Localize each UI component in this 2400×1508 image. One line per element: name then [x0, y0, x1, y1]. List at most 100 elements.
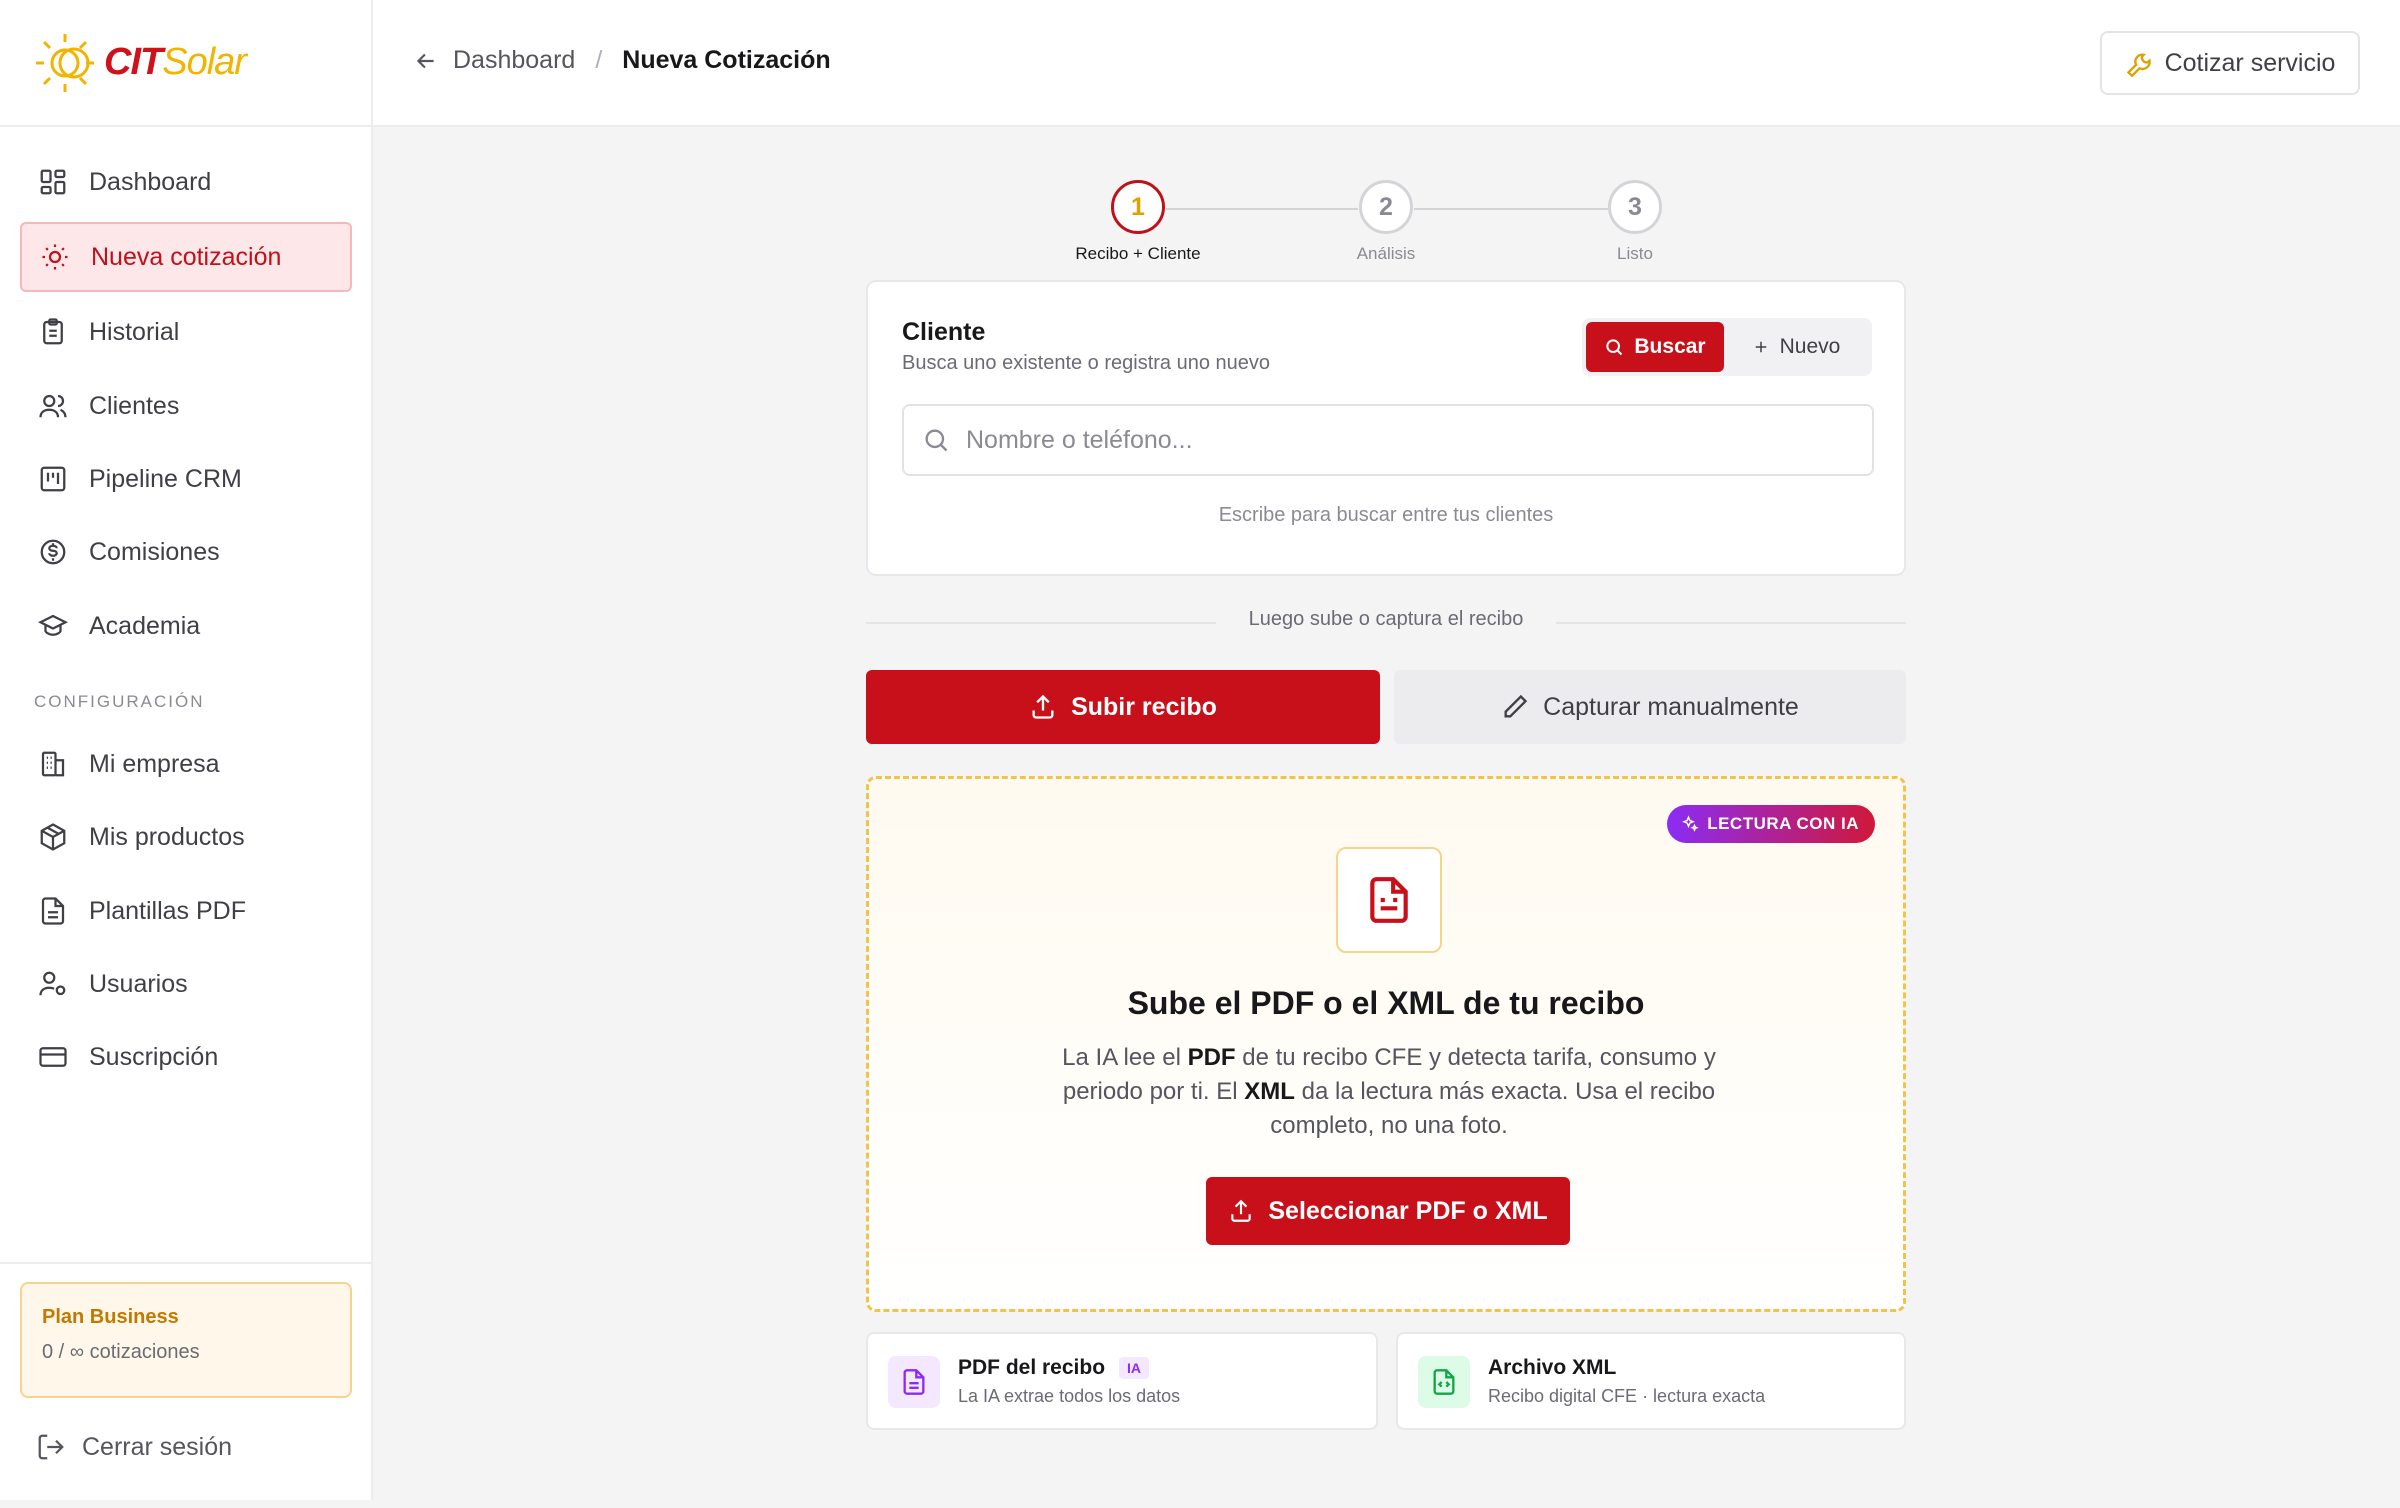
client-mode-toggle: Buscar Nuevo	[1582, 318, 1872, 376]
sidebar-item-label: Historial	[89, 317, 180, 346]
desc-pdf: PDF	[1187, 1044, 1236, 1071]
pencil-icon	[1504, 694, 1528, 718]
sidebar-item-usuarios[interactable]: Usuarios	[20, 949, 352, 1019]
xml-icon-box	[1418, 1356, 1470, 1408]
info-card-xml: Archivo XML Recibo digital CFE · lectura…	[1396, 1332, 1906, 1430]
sidebar-item-label: Nueva cotización	[91, 242, 282, 271]
step-number: 1	[1111, 180, 1165, 234]
sidebar-item-label: Academia	[89, 611, 201, 640]
building-icon	[41, 751, 65, 777]
file-text-icon	[41, 897, 65, 925]
sidebar-item-label: Usuarios	[89, 969, 188, 998]
cotizar-servicio-button[interactable]: Cotizar servicio	[2100, 31, 2360, 95]
tab-capturar-manualmente-label: Capturar manualmente	[1543, 692, 1799, 721]
sidebar-item-mi-empresa[interactable]: Mi empresa	[20, 729, 352, 799]
logout-button[interactable]: Cerrar sesión	[36, 1432, 232, 1462]
upload-icon	[1032, 694, 1054, 719]
ia-reading-badge: LECTURA CON IA	[1667, 805, 1875, 843]
client-title: Cliente	[902, 318, 986, 346]
sidebar-item-label: Mis productos	[89, 822, 245, 851]
step-number: 3	[1608, 180, 1662, 234]
sidebar-item-suscripcion[interactable]: Suscripción	[20, 1022, 352, 1092]
arrow-left-icon[interactable]	[413, 48, 439, 74]
pdf-file-icon	[903, 1369, 925, 1395]
sparkles-icon	[1682, 815, 1699, 832]
sidebar-divider	[0, 1262, 373, 1264]
search-icon	[925, 429, 948, 452]
sidebar-item-label: Pipeline CRM	[89, 464, 242, 493]
client-search-hint: Escribe para buscar entre tus clientes	[1218, 504, 1554, 526]
clipboard-icon	[43, 318, 63, 345]
step-label: Listo	[1617, 244, 1653, 263]
document-icon	[1370, 877, 1408, 923]
buscar-label: Buscar	[1634, 335, 1706, 358]
dashboard-grid-icon	[40, 169, 66, 195]
dropzone-description: La IA lee el PDF de tu recibo CFE y dete…	[1059, 1041, 1719, 1143]
step-label: Recibo + Cliente	[1075, 244, 1201, 263]
dollar-circle-icon	[40, 539, 66, 565]
step-number: 2	[1359, 180, 1413, 234]
sidebar-item-academia[interactable]: Academia	[20, 591, 352, 661]
client-subtitle: Busca uno existente o registra uno nuevo	[902, 352, 1271, 374]
select-file-button[interactable]: Seleccionar PDF o XML	[1206, 1177, 1570, 1245]
kanban-icon	[40, 466, 66, 492]
xml-file-icon	[1433, 1369, 1455, 1395]
client-search-input[interactable]	[966, 425, 1846, 455]
info-card-pdf: PDF del recibo IA La IA extrae todos los …	[866, 1332, 1378, 1430]
nuevo-button[interactable]: Nuevo	[1724, 322, 1868, 372]
sidebar-item-dashboard[interactable]: Dashboard	[20, 147, 352, 217]
step-recibo-cliente[interactable]: 1 Recibo + Cliente	[1038, 180, 1238, 264]
desc-part: da la lectura más exacta. Usa el recibo …	[1270, 1078, 1716, 1139]
sidebar-item-pipeline-crm[interactable]: Pipeline CRM	[20, 444, 352, 514]
sidebar-item-label: Plantillas PDF	[89, 896, 246, 925]
breadcrumb-separator: /	[595, 46, 603, 74]
section-divider-text: Luego sube o captura el recibo	[1216, 608, 1556, 631]
upload-dropzone[interactable]: LECTURA CON IA Sube el PDF o el XML de t…	[866, 776, 1906, 1312]
package-icon	[40, 823, 66, 851]
nuevo-label: Nuevo	[1779, 335, 1841, 358]
ia-badge-label: LECTURA CON IA	[1707, 814, 1859, 833]
sidebar-item-mis-productos[interactable]: Mis productos	[20, 802, 352, 872]
client-search-box	[902, 404, 1874, 476]
tab-subir-recibo[interactable]: Subir recibo	[866, 670, 1380, 744]
sidebar: CIT Solar Dashboard Nueva cotización His…	[0, 0, 373, 1500]
buscar-button[interactable]: Buscar	[1586, 322, 1724, 372]
graduation-cap-icon	[38, 614, 68, 636]
sidebar-item-label: Comisiones	[89, 537, 220, 566]
client-card: Cliente Busca uno existente o registra u…	[866, 280, 1906, 576]
sidebar-item-nueva-cotizacion[interactable]: Nueva cotización	[20, 222, 352, 292]
tab-capturar-manualmente[interactable]: Capturar manualmente	[1394, 670, 1906, 744]
step-listo[interactable]: 3 Listo	[1535, 180, 1735, 264]
sidebar-item-comisiones[interactable]: Comisiones	[20, 517, 352, 587]
page-title: Nueva Cotización	[622, 46, 831, 74]
plan-title: Plan Business	[42, 1306, 179, 1328]
select-file-label: Seleccionar PDF o XML	[1268, 1196, 1548, 1225]
breadcrumb: Dashboard / Nueva Cotización	[413, 46, 831, 75]
wrench-icon	[2126, 53, 2151, 77]
logout-label: Cerrar sesión	[82, 1432, 233, 1461]
sidebar-item-historial[interactable]: Historial	[20, 297, 352, 367]
pdf-title-text: PDF del recibo	[958, 1356, 1106, 1379]
desc-part: La IA lee el	[1062, 1044, 1188, 1071]
logout-icon	[38, 1434, 64, 1460]
credit-card-icon	[39, 1047, 67, 1067]
cotizar-servicio-label: Cotizar servicio	[2164, 48, 2336, 77]
file-icon-box	[1336, 847, 1442, 953]
top-bar: Dashboard / Nueva Cotización Cotizar ser…	[373, 0, 2400, 127]
info-card-xml-subtitle: Recibo digital CFE · lectura exacta	[1488, 1386, 1766, 1406]
sidebar-item-plantillas-pdf[interactable]: Plantillas PDF	[20, 876, 352, 946]
sun-icon	[42, 244, 68, 270]
step-analisis[interactable]: 2 Análisis	[1286, 180, 1486, 264]
plan-card[interactable]: Plan Business 0 / ∞ cotizaciones	[20, 1282, 352, 1398]
sidebar-item-clientes[interactable]: Clientes	[20, 371, 352, 441]
sidebar-item-label: Mi empresa	[89, 749, 220, 778]
brand-logo[interactable]: CIT Solar	[0, 0, 371, 127]
sidebar-item-label: Clientes	[89, 391, 180, 420]
step-label: Análisis	[1356, 244, 1416, 263]
brand-name-part2: Solar	[162, 41, 247, 83]
user-cog-icon	[39, 971, 66, 996]
info-card-pdf-title: PDF del recibo IA	[958, 1356, 1150, 1380]
breadcrumb-dashboard[interactable]: Dashboard	[453, 46, 575, 75]
info-card-xml-title: Archivo XML	[1488, 1356, 1617, 1379]
desc-xml: XML	[1244, 1078, 1295, 1105]
